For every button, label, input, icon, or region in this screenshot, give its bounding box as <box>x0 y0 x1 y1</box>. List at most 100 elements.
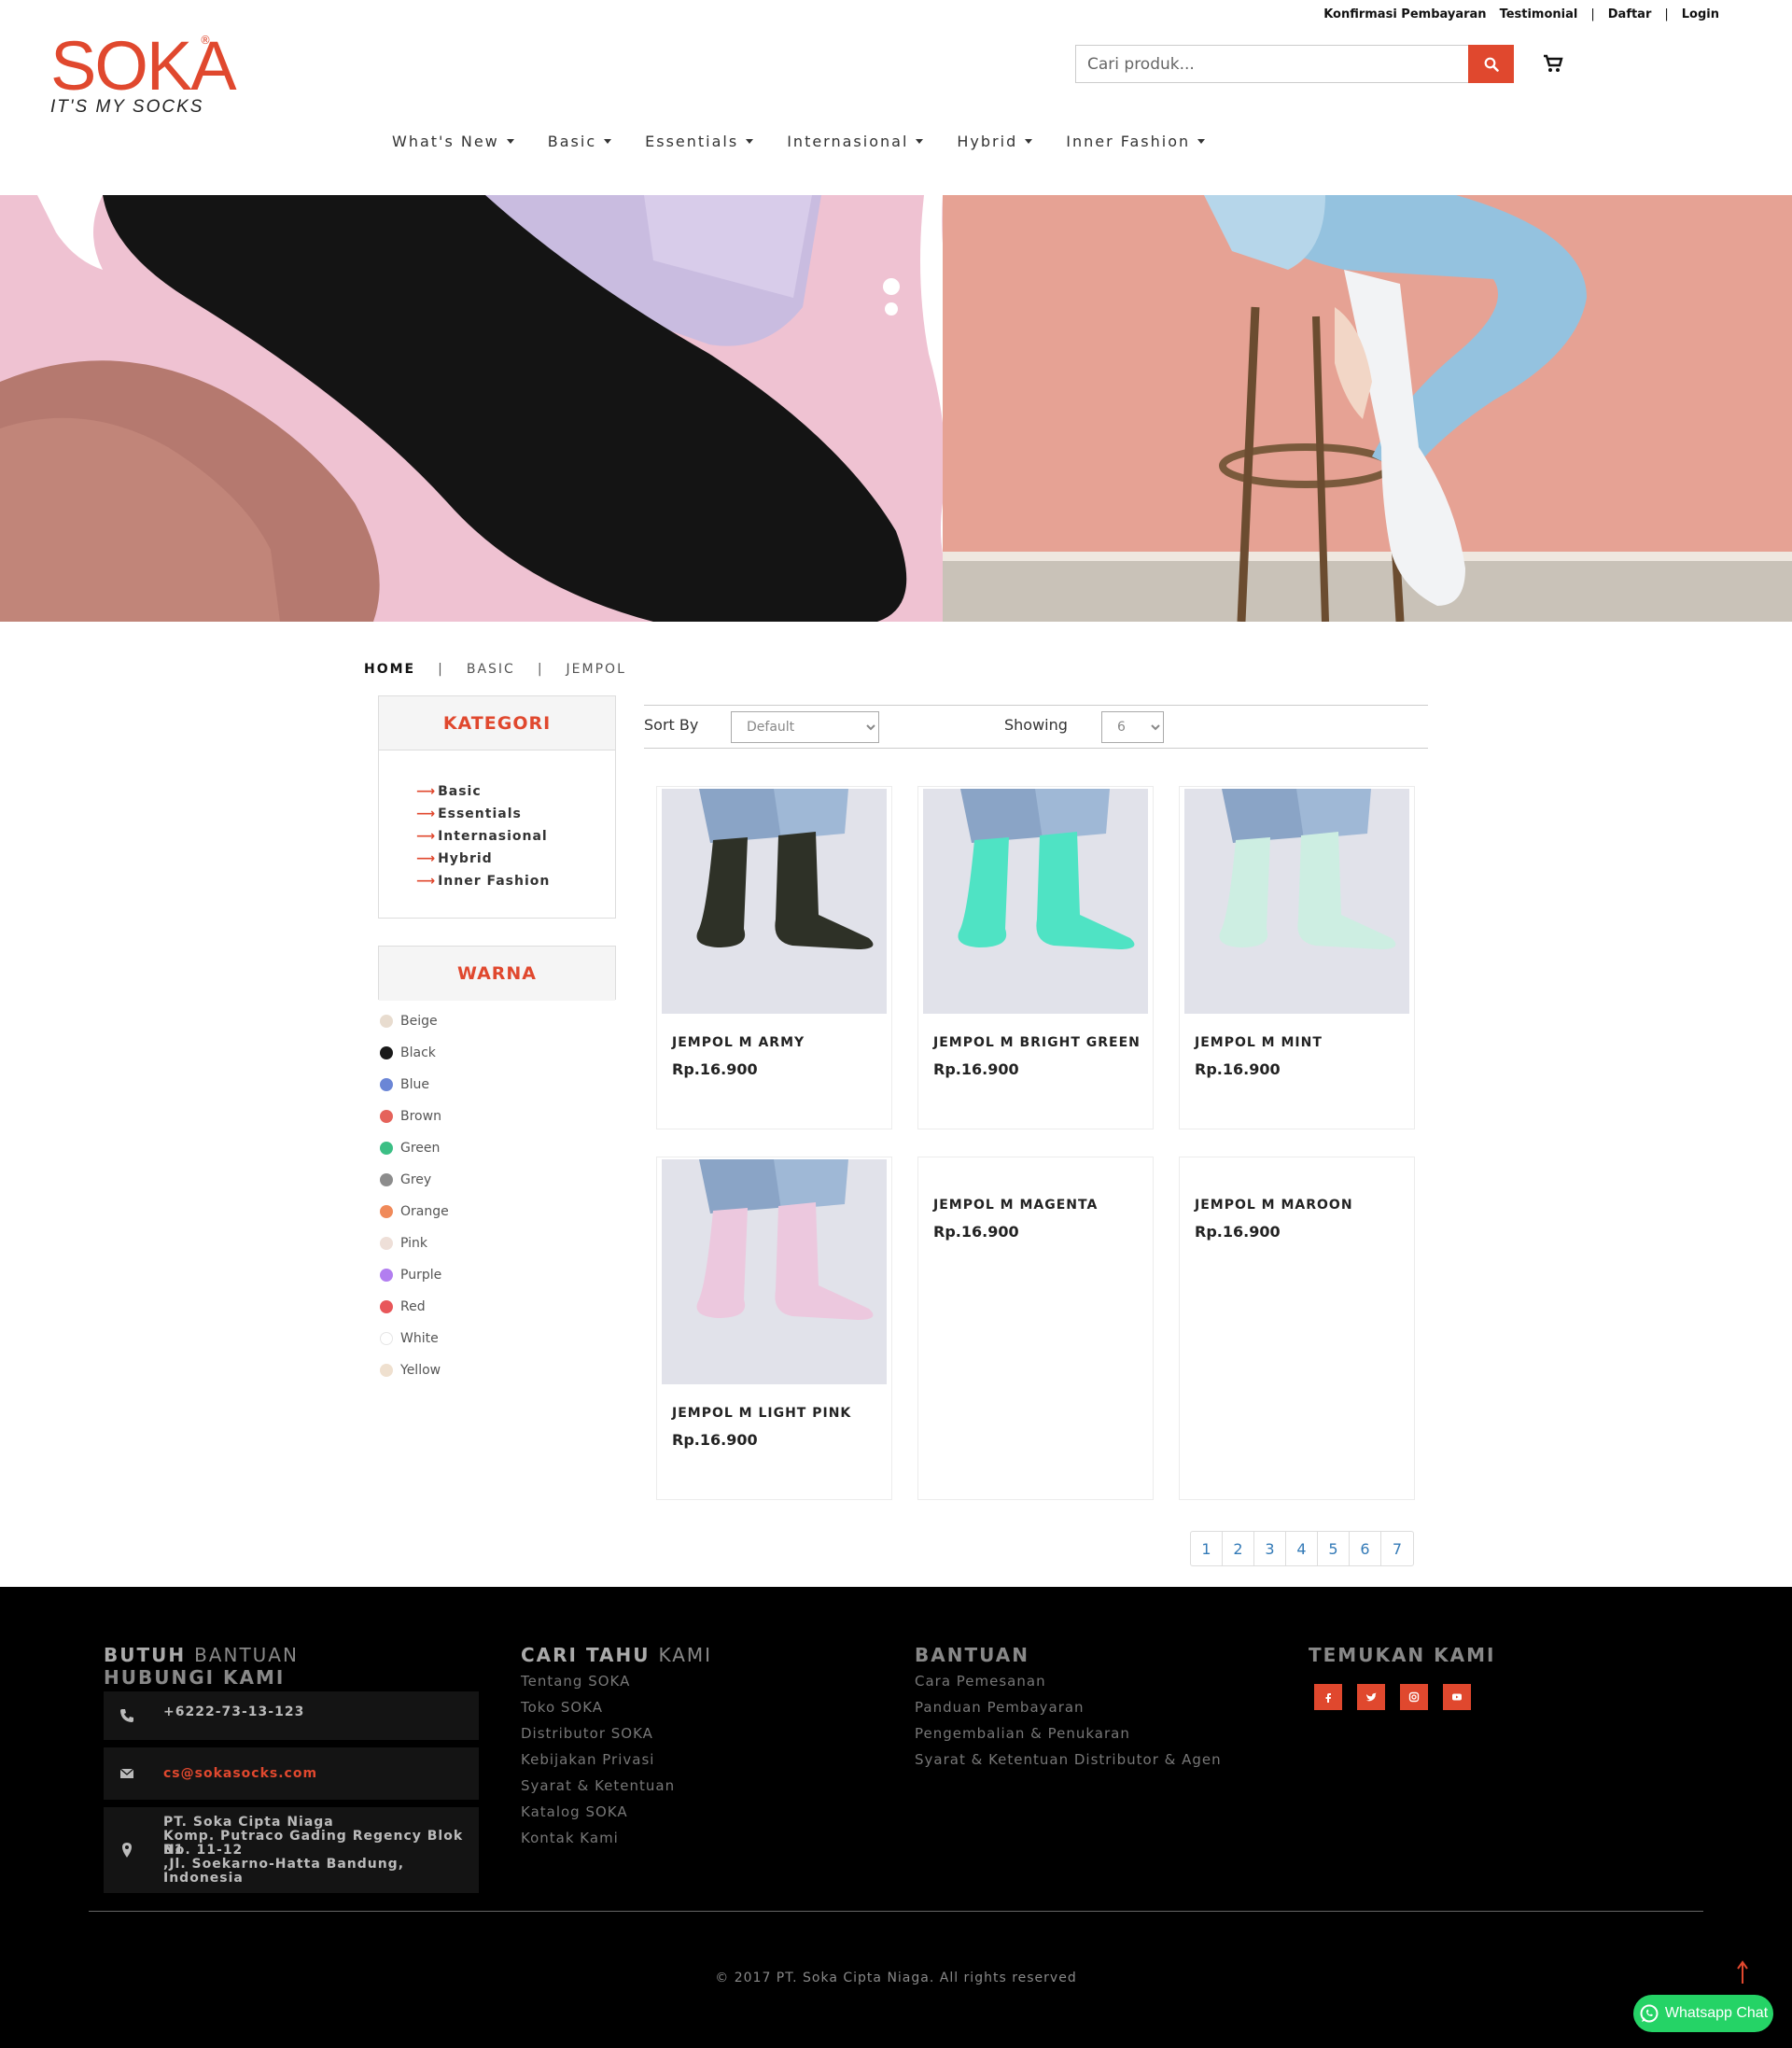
color-swatch <box>380 1300 393 1313</box>
warna-item-blue[interactable]: Blue <box>380 1069 449 1101</box>
breadcrumb-separator: | <box>438 662 444 677</box>
facebook-button[interactable] <box>1314 1684 1342 1710</box>
phone-number[interactable]: +6222-73-13-123 <box>163 1704 304 1719</box>
nav-whats-new[interactable]: What's New <box>392 133 514 150</box>
kategori-item-essentials[interactable]: ⟶ Essentials <box>416 803 615 825</box>
back-to-top-icon[interactable] <box>1736 1960 1749 1985</box>
warna-title: WARNA <box>379 947 615 1001</box>
color-swatch <box>380 1237 393 1250</box>
login-link[interactable]: Login <box>1682 7 1719 21</box>
search-input[interactable] <box>1075 45 1468 83</box>
product-name[interactable]: JEMPOL M LIGHT PINK <box>672 1406 851 1421</box>
warna-item-brown[interactable]: Brown <box>380 1101 449 1132</box>
product-image[interactable] <box>1184 789 1409 1014</box>
product-image[interactable] <box>662 1159 887 1384</box>
caret-down-icon <box>604 139 612 144</box>
warna-label: Black <box>400 1045 436 1060</box>
product-image[interactable] <box>662 789 887 1014</box>
footer-link-kebijakan[interactable]: Kebijakan Privasi <box>521 1751 654 1768</box>
warna-item-grey[interactable]: Grey <box>380 1164 449 1196</box>
sort-by-select[interactable]: Default <box>731 711 879 743</box>
warna-item-purple[interactable]: Purple <box>380 1259 449 1291</box>
showing-select[interactable]: 6 <box>1101 711 1164 743</box>
breadcrumb-home[interactable]: HOME <box>364 662 415 677</box>
product-card[interactable]: JEMPOL M BRIGHT GREEN Rp.16.900 <box>917 786 1154 1129</box>
copyright-text: © 2017 PT. Soka Cipta Niaga. All rights … <box>715 1971 1077 1985</box>
product-image[interactable] <box>923 789 1148 1014</box>
page-link[interactable]: 2 <box>1223 1532 1254 1565</box>
kategori-item-internasional[interactable]: ⟶ Internasional <box>416 825 615 848</box>
email-link[interactable]: cs@sokasocks.com <box>163 1766 317 1781</box>
registered-mark: ® <box>200 34 211 47</box>
warna-item-yellow[interactable]: Yellow <box>380 1354 449 1386</box>
page-link[interactable]: 5 <box>1318 1532 1350 1565</box>
footer-link-katalog[interactable]: Katalog SOKA <box>521 1803 628 1820</box>
whatsapp-chat-button[interactable]: Whatsapp Chat <box>1633 1995 1773 2032</box>
nav-basic[interactable]: Basic <box>547 133 612 150</box>
instagram-button[interactable] <box>1400 1684 1428 1710</box>
cart-icon[interactable] <box>1542 52 1564 75</box>
product-card[interactable]: JEMPOL M MINT Rp.16.900 <box>1179 786 1415 1129</box>
footer-link-tentang[interactable]: Tentang SOKA <box>521 1673 630 1690</box>
page-link[interactable]: 6 <box>1350 1532 1381 1565</box>
jeans-shape <box>1035 789 1110 839</box>
product-name[interactable]: JEMPOL M MINT <box>1195 1035 1323 1050</box>
kategori-item-basic[interactable]: ⟶ Basic <box>416 780 615 803</box>
footer-link-distributor[interactable]: Distributor SOKA <box>521 1725 653 1742</box>
whatsapp-icon <box>1640 2004 1659 2023</box>
warna-item-orange[interactable]: Orange <box>380 1196 449 1227</box>
footer-link-cara-pemesanan[interactable]: Cara Pemesanan <box>915 1673 1046 1690</box>
footer-link-kontak[interactable]: Kontak Kami <box>521 1830 619 1846</box>
breadcrumb: HOME | BASIC | JEMPOL <box>364 662 626 677</box>
warna-item-pink[interactable]: Pink <box>380 1227 449 1259</box>
kategori-item-hybrid[interactable]: ⟶ Hybrid <box>416 848 615 870</box>
footer-link-syarat[interactable]: Syarat & Ketentuan <box>521 1777 675 1794</box>
testimonial-link[interactable]: Testimonial <box>1500 7 1578 21</box>
kategori-label: Inner Fashion <box>438 874 551 889</box>
breadcrumb-basic[interactable]: BASIC <box>467 662 515 677</box>
youtube-button[interactable] <box>1443 1684 1471 1710</box>
product-name[interactable]: JEMPOL M MAGENTA <box>933 1198 1098 1213</box>
nav-internasional[interactable]: Internasional <box>787 133 924 150</box>
footer-link-pengembalian[interactable]: Pengembalian & Penukaran <box>915 1725 1130 1742</box>
product-name[interactable]: JEMPOL M BRIGHT GREEN <box>933 1035 1141 1050</box>
page-link[interactable]: 7 <box>1381 1532 1413 1565</box>
product-card[interactable]: JEMPOL M LIGHT PINK Rp.16.900 <box>656 1157 892 1500</box>
kategori-title: KATEGORI <box>379 696 615 750</box>
soka-logo[interactable]: SOKA ® IT'S MY SOCKS <box>50 32 237 125</box>
nav-inner-fashion[interactable]: Inner Fashion <box>1066 133 1206 150</box>
product-card[interactable]: JEMPOL M MAROON Rp.16.900 <box>1179 1157 1415 1500</box>
nav-label: Basic <box>547 133 597 150</box>
nav-hybrid[interactable]: Hybrid <box>957 133 1033 150</box>
product-name[interactable]: JEMPOL M MAROON <box>1195 1198 1353 1213</box>
color-swatch <box>380 1364 393 1377</box>
warna-item-white[interactable]: White <box>380 1323 449 1354</box>
nav-essentials[interactable]: Essentials <box>645 133 754 150</box>
address-box: PT. Soka Cipta Niaga Komp. Putraco Gadin… <box>104 1807 479 1893</box>
kategori-item-inner-fashion[interactable]: ⟶ Inner Fashion <box>416 870 615 892</box>
search-button[interactable] <box>1468 45 1514 83</box>
footer-link-toko[interactable]: Toko SOKA <box>521 1699 603 1716</box>
product-card[interactable]: JEMPOL M ARMY Rp.16.900 <box>656 786 892 1129</box>
page-link[interactable]: 4 <box>1286 1532 1318 1565</box>
warna-item-black[interactable]: Black <box>380 1037 449 1069</box>
arrow-right-icon: ⟶ <box>416 851 437 866</box>
twitter-button[interactable] <box>1357 1684 1385 1710</box>
product-name[interactable]: JEMPOL M ARMY <box>672 1035 805 1050</box>
kategori-panel: KATEGORI ⟶ Basic ⟶ Essentials ⟶ Internasion… <box>378 695 616 919</box>
nav-label: What's New <box>392 133 499 150</box>
page-link[interactable]: 3 <box>1254 1532 1286 1565</box>
warna-item-green[interactable]: Green <box>380 1132 449 1164</box>
warna-label: Grey <box>400 1172 432 1187</box>
page-link[interactable]: 1 <box>1191 1532 1223 1565</box>
warna-item-beige[interactable]: Beige <box>380 1005 449 1037</box>
product-card[interactable]: JEMPOL M MAGENTA Rp.16.900 <box>917 1157 1154 1500</box>
search-bar <box>1075 45 1514 83</box>
footer-link-panduan-pembayaran[interactable]: Panduan Pembayaran <box>915 1699 1085 1716</box>
daftar-link[interactable]: Daftar <box>1608 7 1652 21</box>
bantuan-title: BANTUAN <box>915 1644 1029 1666</box>
address-line: ,Jl. Soekarno-Hatta Bandung, Indonesia <box>163 1857 405 1886</box>
warna-item-red[interactable]: Red <box>380 1291 449 1323</box>
footer-link-syarat-distributor[interactable]: Syarat & Ketentuan Distributor & Agen <box>915 1751 1222 1768</box>
konfirmasi-pembayaran-link[interactable]: Konfirmasi Pembayaran <box>1323 7 1486 21</box>
